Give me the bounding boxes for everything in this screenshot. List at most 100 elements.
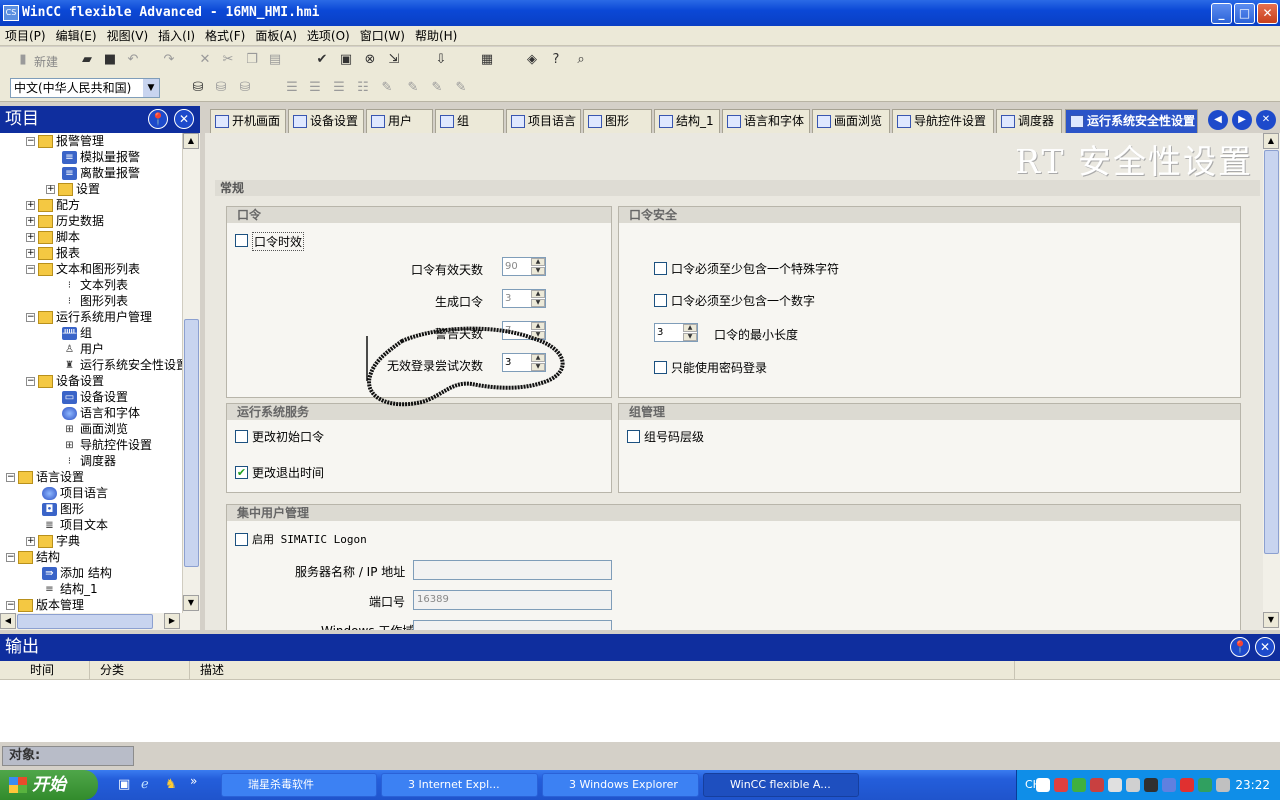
tree-item-text-lists[interactable]: ⁝ 文本列表 [62, 277, 128, 293]
tree-item-scripts[interactable]: + 脚本 [26, 229, 80, 245]
column-description[interactable]: 描述 [190, 661, 1015, 680]
minimize-button[interactable]: _ [1211, 3, 1232, 24]
tab-device-settings[interactable]: 设备设置 [288, 109, 364, 133]
editor-vertical-scrollbar[interactable]: ▲ ▼ [1263, 133, 1280, 630]
min-length-stepper[interactable]: 3 ▲ ▼ [654, 323, 698, 342]
align-left-icon[interactable]: ☰ [283, 79, 301, 97]
expand-icon[interactable]: + [26, 537, 35, 546]
clock[interactable]: 23:22 [1235, 770, 1270, 800]
tree-item-scheduler[interactable]: ⁝ 调度器 [62, 453, 116, 469]
collapse-icon[interactable]: − [26, 137, 35, 146]
tree-item-reports[interactable]: + 报表 [26, 245, 80, 261]
app-icon[interactable]: CS [3, 5, 19, 21]
simulate-icon[interactable]: ⊗ [361, 51, 379, 69]
tree-item-dictionaries[interactable]: + 字典 [26, 533, 80, 549]
menu-insert[interactable]: 插入(I) [153, 26, 200, 46]
spin-down-icon[interactable]: ▼ [531, 267, 545, 275]
tray-shield-icon[interactable] [1072, 778, 1086, 792]
close-output-icon[interactable]: ✕ [1255, 637, 1275, 657]
database-dim-icon[interactable]: ⛁ [212, 79, 230, 97]
tree-scroll-thumb[interactable] [184, 319, 199, 567]
open-icon[interactable]: ▰ [78, 51, 96, 69]
tree-item-structure-1[interactable]: ≡ 结构_1 [42, 581, 97, 597]
tab-structure-1[interactable]: 结构_1 [654, 109, 720, 133]
tray-monitor-icon[interactable] [1126, 778, 1140, 792]
spin-up-icon[interactable]: ▲ [531, 290, 545, 298]
menu-window[interactable]: 窗口(W) [355, 26, 410, 46]
tree-item-analog-alarms[interactable]: ≡ 模拟量报警 [62, 149, 140, 165]
menu-faceplate[interactable]: 面板(A) [250, 26, 302, 46]
tree-vertical-scrollbar[interactable]: ▲ ▼ [182, 133, 200, 613]
close-editor-icon[interactable]: ✕ [1256, 110, 1276, 130]
more-quicklaunch-icon[interactable]: » [190, 774, 197, 788]
search-icon[interactable]: ⌕ [572, 51, 590, 69]
tree-item-users[interactable]: ♙ 用户 [62, 341, 104, 357]
special-char-checkbox[interactable] [654, 262, 667, 275]
tree-item-historical-data[interactable]: + 历史数据 [26, 213, 104, 229]
tab-prev-icon[interactable]: ◀ [1208, 110, 1228, 130]
collapse-icon[interactable]: − [6, 473, 15, 482]
save-icon[interactable]: ■ [101, 51, 119, 69]
tab-startup-screen[interactable]: 开机画面 [210, 109, 286, 133]
menu-format[interactable]: 格式(F) [200, 26, 250, 46]
server-name-input[interactable] [413, 560, 612, 580]
spin-down-icon[interactable]: ▼ [683, 333, 697, 341]
undo-icon[interactable]: ↶ [124, 51, 142, 69]
tray-umbrella-icon[interactable] [1198, 778, 1212, 792]
new-button-label[interactable]: 新建 [34, 53, 58, 70]
chevron-down-icon[interactable]: ▼ [143, 79, 159, 97]
tree-item-add-structure[interactable]: ⇛ 添加 结构 [42, 565, 112, 581]
check-icon[interactable]: ✔ [313, 51, 331, 69]
collapse-icon[interactable]: − [6, 553, 15, 562]
expand-icon[interactable]: + [26, 217, 35, 226]
tree-item-graphic-lists[interactable]: ⁝ 图形列表 [62, 293, 128, 309]
password-aging-checkbox[interactable] [235, 234, 248, 247]
tree-item-device-settings-folder[interactable]: − 设备设置 [26, 373, 104, 389]
collapse-icon[interactable]: − [26, 377, 35, 386]
antivirus-quicklaunch-icon[interactable]: ♞ [165, 777, 177, 792]
tree-item-groups[interactable]: ᚊ组 [62, 325, 92, 341]
tree-item-version-mgmt[interactable]: − 版本管理 [6, 597, 84, 613]
scroll-left-icon[interactable]: ◀ [0, 613, 16, 629]
eraser-icon[interactable]: ✎ [452, 79, 470, 97]
scroll-right-icon[interactable]: ▶ [164, 613, 180, 629]
tab-nav-control-settings[interactable]: 导航控件设置 [892, 109, 994, 133]
database-icon[interactable]: ⛁ [189, 79, 207, 97]
cut-icon[interactable]: ✂ [219, 51, 237, 69]
tree-item-alarm-settings[interactable]: + 设置 [46, 181, 100, 197]
language-select[interactable]: 中文(中华人民共和国) ▼ [10, 78, 160, 98]
scroll-down-icon[interactable]: ▼ [1263, 612, 1279, 628]
expand-icon[interactable]: + [26, 249, 35, 258]
column-time[interactable]: 时间 [0, 661, 90, 680]
tray-keyboard-icon[interactable] [1216, 778, 1230, 792]
tree-item-nav-control-settings[interactable]: ⊞ 导航控件设置 [62, 437, 152, 453]
menu-help[interactable]: 帮助(H) [410, 26, 462, 46]
tree-horizontal-scrollbar[interactable]: ◀ ▶ [0, 613, 200, 630]
tray-antivirus-icon[interactable] [1054, 778, 1068, 792]
tab-runtime-security[interactable]: 运行系统安全性设置 [1065, 109, 1198, 133]
pen-icon[interactable]: ✎ [404, 79, 422, 97]
collapse-icon[interactable]: − [26, 265, 35, 274]
tray-tool-icon[interactable] [1108, 778, 1122, 792]
tree-item-device-settings[interactable]: ▭ 设备设置 [62, 389, 128, 405]
tree-item-language-settings[interactable]: − 语言设置 [6, 469, 84, 485]
generations-stepper[interactable]: 3 ▲ ▼ [502, 289, 546, 308]
tree-item-project-languages[interactable]: 项目语言 [42, 485, 108, 501]
task-internet-explorer[interactable]: 3 Internet Expl... [381, 773, 538, 797]
collapse-icon[interactable]: − [6, 601, 15, 610]
tree-item-recipes[interactable]: + 配方 [26, 197, 80, 213]
ie-quicklaunch-icon[interactable]: ℯ [141, 777, 149, 792]
tab-scheduler[interactable]: 调度器 [996, 109, 1062, 133]
transfer-icon[interactable]: ⇲ [385, 51, 403, 69]
align-right-icon[interactable]: ☰ [330, 79, 348, 97]
expand-icon[interactable]: + [26, 233, 35, 242]
format-icon[interactable]: ☷ [354, 79, 372, 97]
task-wincc[interactable]: WinCC flexible A... [703, 773, 859, 797]
tree-item-project-texts[interactable]: ≣ 项目文本 [42, 517, 108, 533]
tree-item-language-font[interactable]: 语言和字体 [62, 405, 140, 421]
spin-up-icon[interactable]: ▲ [531, 258, 545, 266]
pin-icon[interactable]: 📍 [148, 109, 168, 129]
column-category[interactable]: 分类 [90, 661, 190, 680]
menu-view[interactable]: 视图(V) [102, 26, 154, 46]
tray-grid-icon[interactable] [1144, 778, 1158, 792]
